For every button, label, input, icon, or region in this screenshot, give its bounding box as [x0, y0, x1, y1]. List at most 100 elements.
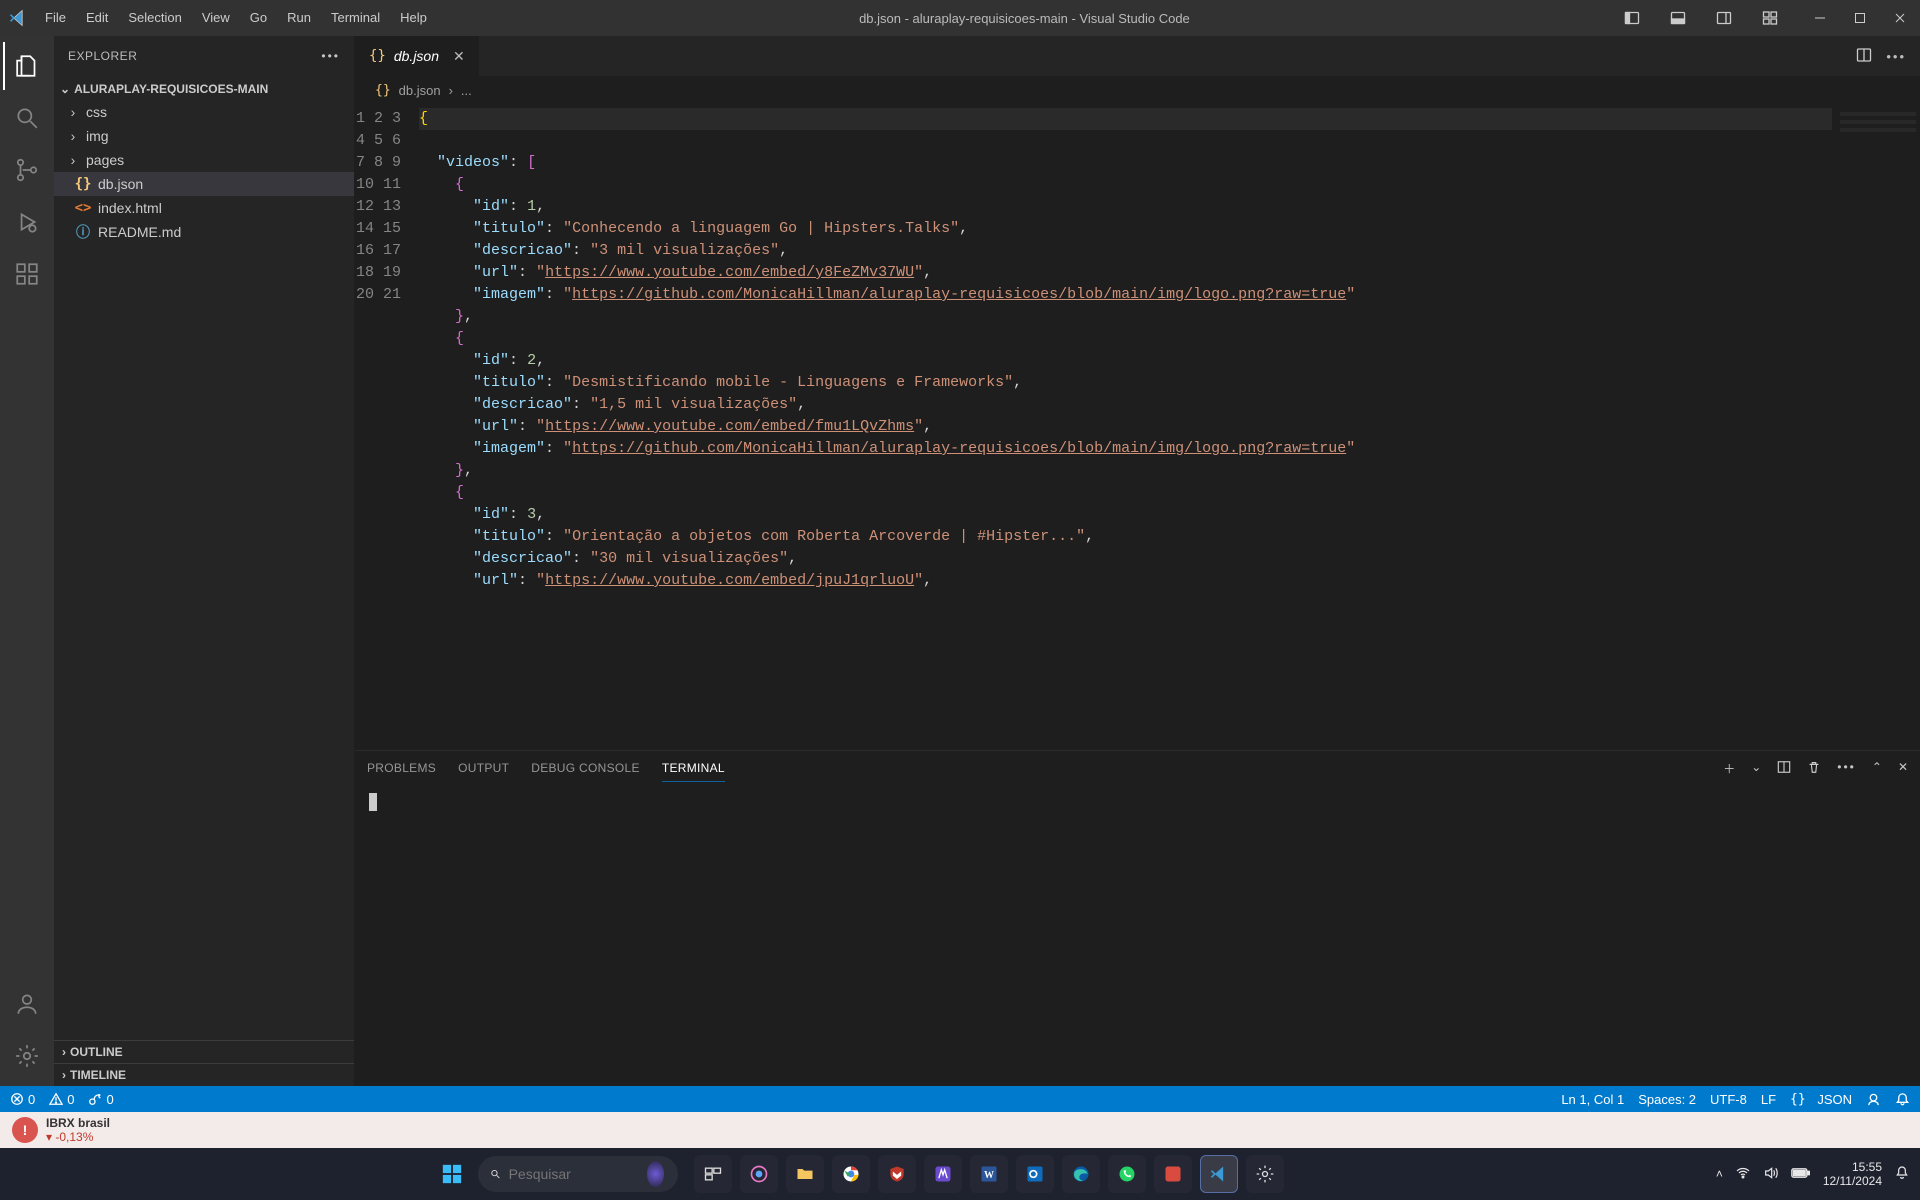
- menu-help[interactable]: Help: [390, 0, 437, 36]
- edge-icon[interactable]: [1062, 1155, 1100, 1193]
- breadcrumb-rest[interactable]: ...: [461, 83, 472, 98]
- panel-more-icon[interactable]: •••: [1837, 760, 1856, 777]
- json-icon: {}: [375, 83, 391, 98]
- word-icon[interactable]: W: [970, 1155, 1008, 1193]
- customize-layout-icon[interactable]: [1750, 0, 1790, 36]
- status-warnings-count: 0: [67, 1092, 74, 1107]
- menu-run[interactable]: Run: [277, 0, 321, 36]
- activity-manage-icon[interactable]: [3, 1032, 51, 1080]
- outline-section[interactable]: › OUTLINE: [54, 1040, 354, 1063]
- status-errors[interactable]: 0: [10, 1092, 35, 1107]
- layout-controls: [1612, 0, 1800, 36]
- news-stock-widget[interactable]: ! IBRX brasil ▾ -0,13%: [0, 1112, 1920, 1148]
- menu-file[interactable]: File: [35, 0, 76, 36]
- activity-search-icon[interactable]: [3, 94, 51, 142]
- menu-view[interactable]: View: [192, 0, 240, 36]
- menu-terminal[interactable]: Terminal: [321, 0, 390, 36]
- breadcrumbs[interactable]: {} db.json › ...: [355, 76, 1920, 104]
- start-button[interactable]: [434, 1156, 470, 1192]
- tree-folder-pages[interactable]: › pages: [54, 148, 354, 172]
- tab-db-json[interactable]: {} db.json ✕: [355, 36, 480, 76]
- status-notifications-icon[interactable]: [1895, 1092, 1910, 1107]
- stock-name: IBRX brasil: [46, 1116, 110, 1130]
- panel-tab-problems[interactable]: PROBLEMS: [367, 755, 436, 781]
- app-purple-icon[interactable]: [924, 1155, 962, 1193]
- breadcrumb-file[interactable]: db.json: [399, 83, 441, 98]
- panel-tab-terminal[interactable]: TERMINAL: [662, 755, 725, 782]
- tree-file-index-html[interactable]: <> index.html: [54, 196, 354, 220]
- mcafee-icon[interactable]: [878, 1155, 916, 1193]
- explorer-root[interactable]: ⌄ ALURAPLAY-REQUISICOES-MAIN: [54, 80, 354, 98]
- menu-go[interactable]: Go: [240, 0, 277, 36]
- tree-file-readme-md[interactable]: ⓘ README.md: [54, 220, 354, 244]
- tray-volume-icon[interactable]: [1763, 1165, 1779, 1184]
- tab-close-icon[interactable]: ✕: [453, 48, 465, 65]
- tree-folder-css[interactable]: › css: [54, 100, 354, 124]
- status-ports[interactable]: 0: [88, 1092, 113, 1107]
- editor-more-icon[interactable]: •••: [1886, 49, 1906, 64]
- chevron-down-icon: ⌄: [60, 82, 70, 96]
- terminal-body[interactable]: [355, 785, 1920, 1086]
- status-encoding[interactable]: UTF-8: [1710, 1092, 1747, 1107]
- outlook-icon[interactable]: [1016, 1155, 1054, 1193]
- activity-accounts-icon[interactable]: [3, 980, 51, 1028]
- new-terminal-icon[interactable]: ＋: [1723, 760, 1735, 777]
- minimize-icon[interactable]: [1800, 0, 1840, 36]
- panel-tab-debug-console[interactable]: DEBUG CONSOLE: [531, 755, 640, 781]
- activity-source-control-icon[interactable]: [3, 146, 51, 194]
- status-spaces[interactable]: Spaces: 2: [1638, 1092, 1696, 1107]
- task-view-icon[interactable]: [694, 1155, 732, 1193]
- vscode-taskbar-icon[interactable]: [1200, 1155, 1238, 1193]
- activity-run-debug-icon[interactable]: [3, 198, 51, 246]
- tab-label: db.json: [394, 48, 439, 64]
- alert-badge-icon: !: [12, 1117, 38, 1143]
- tray-notifications-icon[interactable]: [1894, 1165, 1910, 1184]
- taskbar-clock[interactable]: 15:55 12/11/2024: [1823, 1160, 1882, 1188]
- code-editor[interactable]: { "videos": [ { "id": 1, "titulo": "Conh…: [419, 104, 1832, 750]
- info-icon: ⓘ: [74, 222, 92, 242]
- panel-tab-output[interactable]: OUTPUT: [458, 755, 509, 781]
- toggle-panel-icon[interactable]: [1658, 0, 1698, 36]
- taskbar-search[interactable]: [478, 1156, 678, 1192]
- close-panel-icon[interactable]: ✕: [1898, 760, 1908, 777]
- split-editor-icon[interactable]: [1856, 47, 1872, 66]
- status-warnings[interactable]: 0: [49, 1092, 74, 1107]
- file-explorer-icon[interactable]: [786, 1155, 824, 1193]
- menu-edit[interactable]: Edit: [76, 0, 118, 36]
- sidebar-more-icon[interactable]: •••: [321, 49, 340, 63]
- taskbar-search-input[interactable]: [509, 1166, 639, 1182]
- app-red-icon[interactable]: [1154, 1155, 1192, 1193]
- line-numbers: 1 2 3 4 5 6 7 8 9 10 11 12 13 14 15 16 1…: [355, 104, 419, 750]
- split-terminal-icon[interactable]: [1777, 760, 1791, 777]
- activity-extensions-icon[interactable]: [3, 250, 51, 298]
- timeline-section[interactable]: › TIMELINE: [54, 1063, 354, 1086]
- editor-group: {} db.json ✕ ••• {} db.json › ... 1 2 3 …: [355, 36, 1920, 1086]
- menu-selection[interactable]: Selection: [118, 0, 191, 36]
- status-language[interactable]: {} JSON: [1790, 1092, 1852, 1107]
- close-icon[interactable]: [1880, 0, 1920, 36]
- toggle-primary-sidebar-icon[interactable]: [1612, 0, 1652, 36]
- chevron-right-icon: ›: [449, 83, 453, 98]
- vscode-logo-icon: [0, 0, 35, 36]
- maximize-panel-icon[interactable]: ⌃: [1872, 760, 1882, 777]
- activity-explorer-icon[interactable]: [3, 42, 51, 90]
- copilot-icon[interactable]: [740, 1155, 778, 1193]
- json-icon: {}: [74, 176, 92, 192]
- whatsapp-icon[interactable]: [1108, 1155, 1146, 1193]
- tree-file-db-json[interactable]: {} db.json: [54, 172, 354, 196]
- tray-wifi-icon[interactable]: [1735, 1165, 1751, 1184]
- tray-battery-icon[interactable]: [1791, 1166, 1811, 1183]
- kill-terminal-icon[interactable]: [1807, 760, 1821, 777]
- status-eol[interactable]: LF: [1761, 1092, 1776, 1107]
- chrome-icon[interactable]: [832, 1155, 870, 1193]
- settings-taskbar-icon[interactable]: [1246, 1155, 1284, 1193]
- status-feedback-icon[interactable]: [1866, 1092, 1881, 1107]
- tray-chevron-up-icon[interactable]: ˄: [1716, 1167, 1723, 1181]
- maximize-icon[interactable]: [1840, 0, 1880, 36]
- status-bar: 0 0 0 Ln 1, Col 1 Spaces: 2 UTF-8 LF {} …: [0, 1086, 1920, 1112]
- tree-folder-img[interactable]: › img: [54, 124, 354, 148]
- toggle-secondary-sidebar-icon[interactable]: [1704, 0, 1744, 36]
- status-cursor-pos[interactable]: Ln 1, Col 1: [1561, 1092, 1624, 1107]
- terminal-dropdown-icon[interactable]: ⌄: [1751, 760, 1761, 777]
- minimap[interactable]: [1832, 104, 1920, 750]
